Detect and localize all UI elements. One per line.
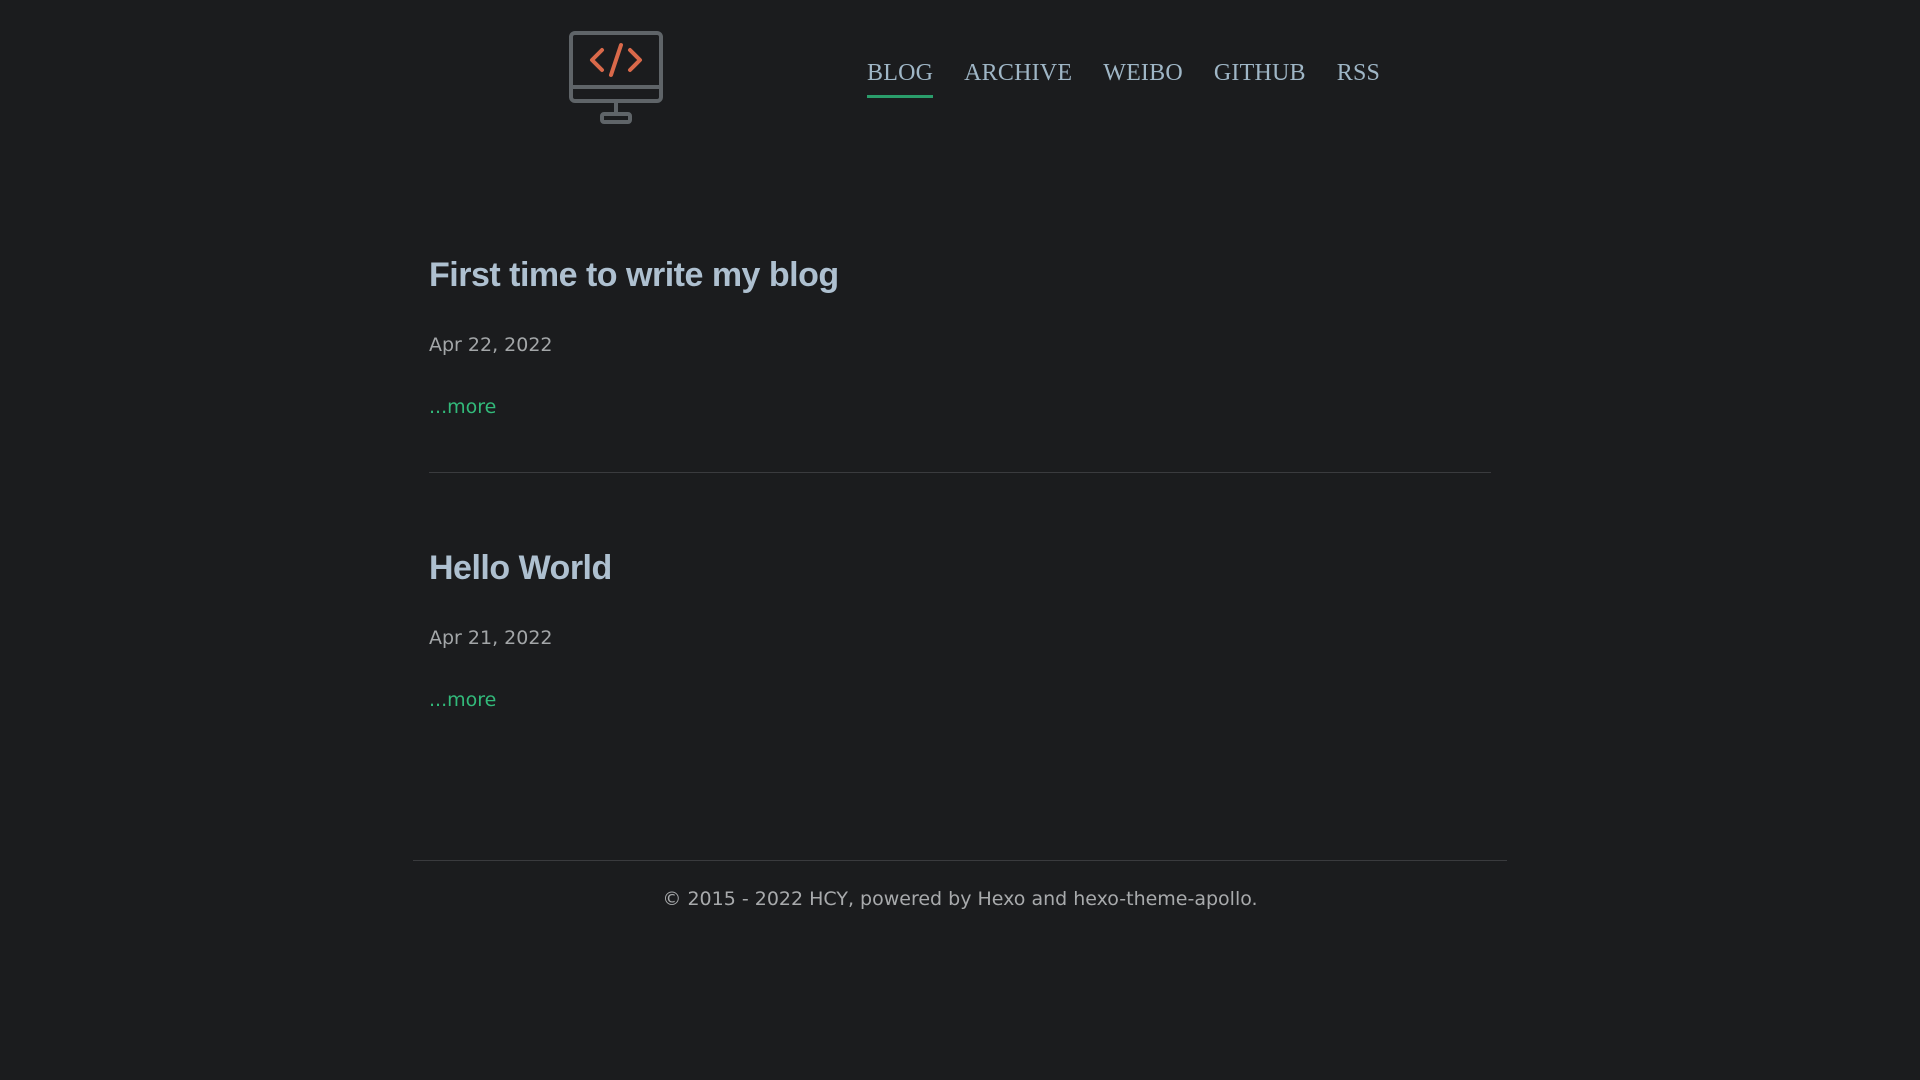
post-date: Apr 21, 2022 [429,627,553,650]
nav-blog[interactable]: BLOG [867,61,934,98]
nav-weibo[interactable]: WEIBO [1103,61,1183,98]
main-nav: BLOG ARCHIVE WEIBO GITHUB RSS [867,61,1411,98]
nav-archive[interactable]: ARCHIVE [964,61,1072,98]
footer-copyright: © 2015 - 2022 HCY, powered by Hexo and h… [662,888,1258,910]
post-title-link[interactable]: First time to write my blog [429,253,1491,297]
post-date: Apr 22, 2022 [429,334,553,357]
post-list: First time to write my blog Apr 22, 2022… [429,230,1491,765]
post-item: Hello World Apr 21, 2022 ...more [429,472,1491,765]
read-more-link[interactable]: ...more [429,689,496,711]
site-header: BLOG ARCHIVE WEIBO GITHUB RSS [0,0,1920,140]
code-monitor-icon [569,31,663,124]
site-footer: © 2015 - 2022 HCY, powered by Hexo and h… [413,860,1507,910]
nav-github[interactable]: GITHUB [1214,61,1306,98]
nav-rss[interactable]: RSS [1337,61,1380,98]
post-title-link[interactable]: Hello World [429,546,1491,590]
read-more-link[interactable]: ...more [429,396,496,418]
site-logo[interactable] [568,30,664,126]
post-item: First time to write my blog Apr 22, 2022… [429,253,1491,472]
